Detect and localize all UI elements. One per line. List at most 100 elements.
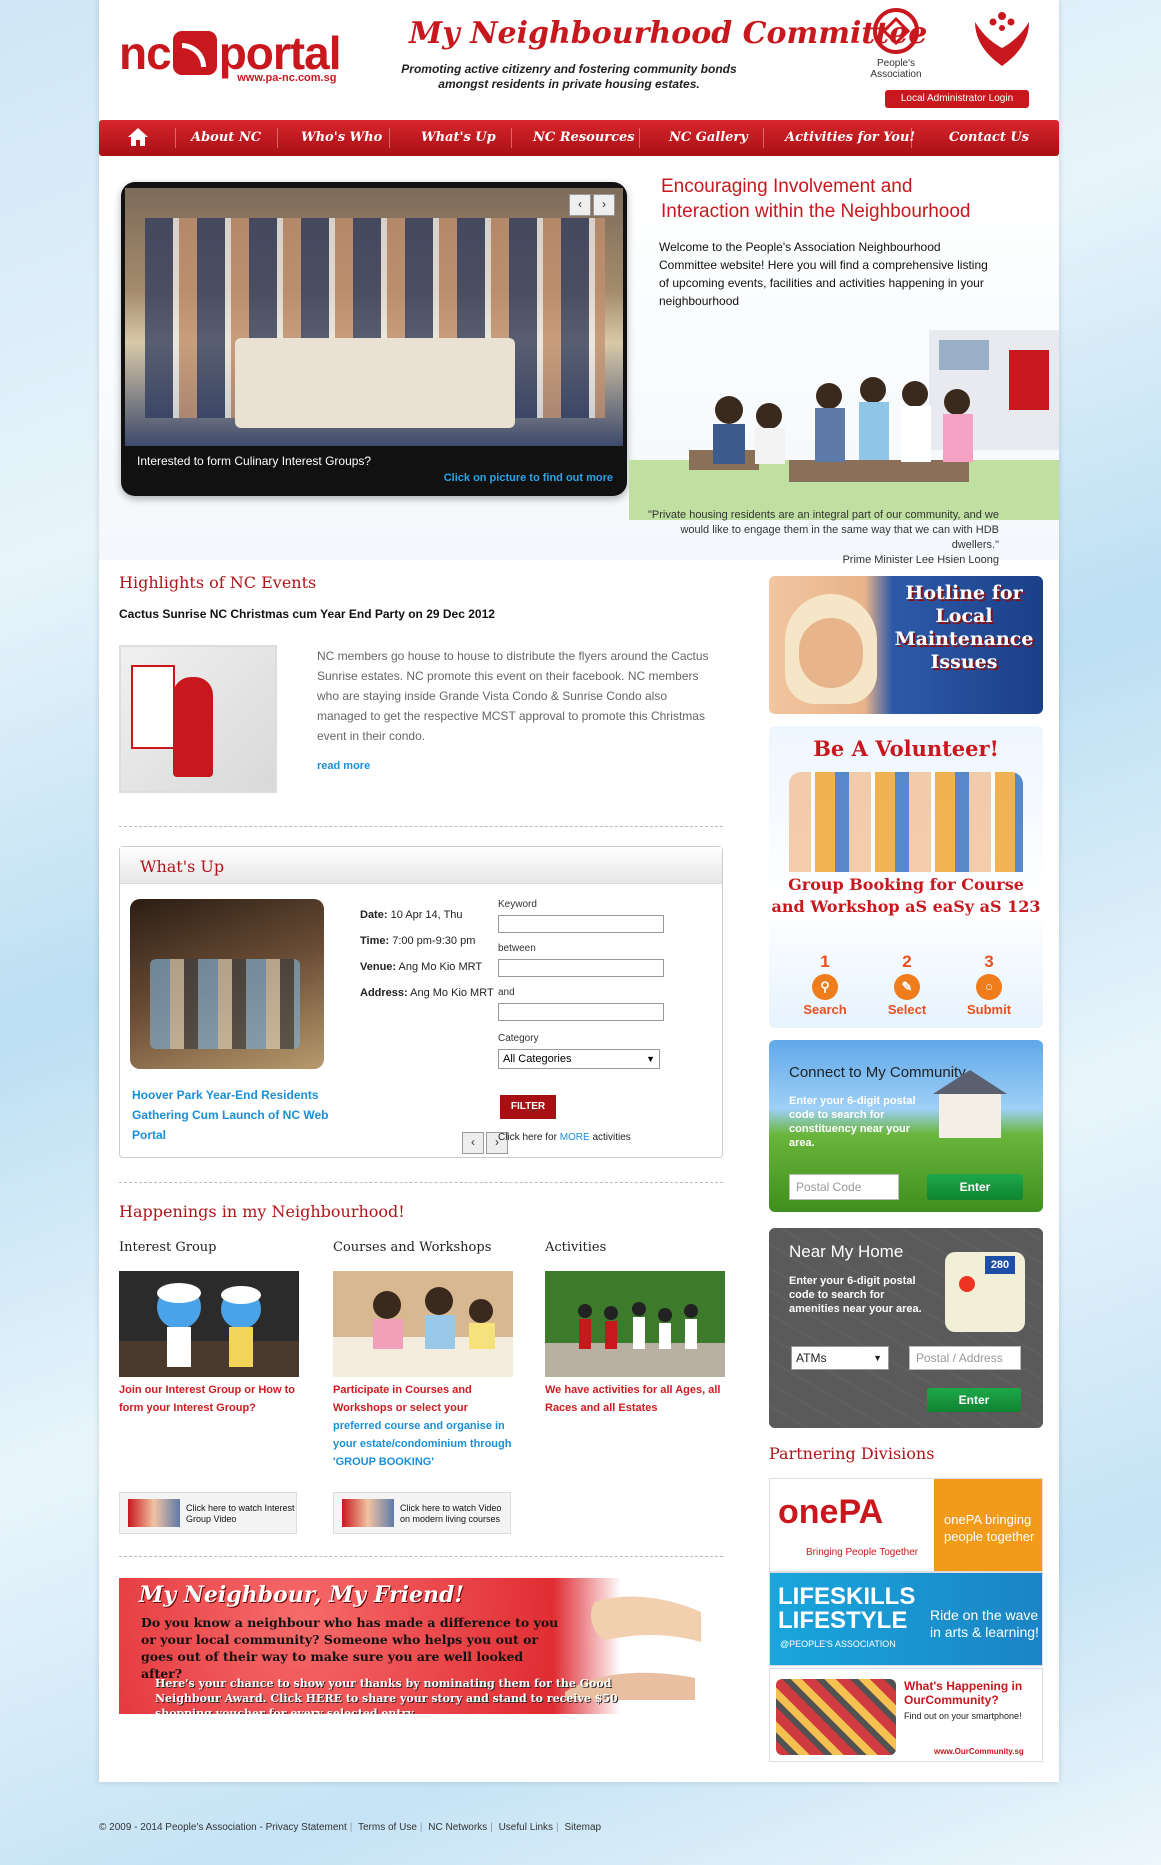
read-more-link[interactable]: read more: [317, 760, 370, 772]
banner-title: My Neighbour, My Friend!: [139, 1582, 465, 1608]
slider-more-link[interactable]: Click on picture to find out more: [444, 472, 613, 484]
connect-description: Enter your 6-digit postal code to search…: [789, 1095, 916, 1149]
near-home-postal-input[interactable]: Postal / Address: [909, 1346, 1021, 1370]
logo-nc-text: nc: [119, 27, 172, 79]
ourcommunity-url: www.OurCommunity.sg: [934, 1747, 1024, 1756]
hero-title-line1: Encouraging Involvement and: [661, 176, 913, 197]
date-to-input[interactable]: [498, 1003, 664, 1021]
step-submit[interactable]: 3 ○ Submit: [949, 952, 1029, 1017]
nav-whats-up[interactable]: What's Up: [421, 120, 496, 156]
whats-up-prev-button[interactable]: ‹: [462, 1132, 484, 1154]
ourcommunity-partner-banner[interactable]: What's Happening in OurCommunity? Find o…: [769, 1668, 1043, 1762]
more-activities-link[interactable]: MORE: [560, 1132, 590, 1143]
divider: [119, 1182, 723, 1183]
filter-button[interactable]: FILTER: [500, 1095, 556, 1119]
connect-enter-button[interactable]: Enter: [927, 1174, 1023, 1200]
courses-video-label: Click here to watch Video on modern livi…: [400, 1503, 502, 1524]
admin-login-button[interactable]: Local Administrator Login: [885, 90, 1029, 108]
main-nav: About NC Who's Who What's Up NC Resource…: [99, 120, 1059, 156]
photo-table: [235, 338, 515, 428]
featured-slider[interactable]: ‹ › Interested to form Culinary Interest …: [121, 182, 627, 496]
interest-video-button[interactable]: Click here to watch Interest Group Video: [119, 1492, 297, 1534]
footer-link-nc-networks[interactable]: NC Networks: [428, 1822, 487, 1833]
connect-postal-input[interactable]: Postal Code: [789, 1174, 899, 1200]
slider-photo[interactable]: [125, 188, 623, 446]
footer-separator: |: [419, 1822, 423, 1833]
good-neighbour-banner[interactable]: My Neighbour, My Friend! Do you know a n…: [119, 1578, 723, 1714]
footer-separator: |: [490, 1822, 493, 1833]
venue-label: Venue:: [360, 961, 397, 973]
volunteer-booking-banner[interactable]: Be A Volunteer! Group Booking for Course…: [769, 726, 1043, 1028]
step-number: 2: [902, 952, 912, 971]
keyword-input[interactable]: [498, 915, 664, 933]
highway-shield: 280: [985, 1256, 1015, 1274]
video-thumbnail: [342, 1499, 394, 1527]
pm-quote-text: "Private housing residents are an integr…: [648, 509, 999, 551]
lifeskills-partner-banner[interactable]: LIFESKILLS LIFESTYLE @PEOPLE'S ASSOCIATI…: [769, 1572, 1043, 1666]
nav-about-nc[interactable]: About NC: [191, 120, 261, 156]
whats-up-title: What's Up: [140, 857, 225, 876]
volunteer-crowd-image: [789, 772, 1023, 872]
hero-title-line2: Interaction within the Neighbourhood: [661, 201, 971, 222]
whats-up-event-photo[interactable]: [130, 899, 324, 1069]
activities-text[interactable]: We have activities for all Ages, all Rac…: [545, 1381, 725, 1417]
slider-next-button[interactable]: ›: [593, 194, 615, 216]
step-select[interactable]: 2 ✎ Select: [867, 952, 947, 1017]
interest-group-image[interactable]: [119, 1271, 299, 1377]
footer-link-terms[interactable]: Terms of Use: [358, 1822, 417, 1833]
lifeskills-subtitle: @PEOPLE'S ASSOCIATION: [780, 1639, 896, 1649]
nav-nc-resources[interactable]: NC Resources: [533, 120, 635, 156]
courses-text-blue: preferred course and organise in your es…: [333, 1420, 512, 1468]
checklist-icon: ✎: [894, 974, 920, 1000]
category-select[interactable]: All Categories ▼: [498, 1049, 660, 1069]
connect-community-widget: Connect to My Community Enter your 6-dig…: [769, 1040, 1043, 1212]
search-icon: ⚲: [812, 974, 838, 1000]
whats-up-header: What's Up: [120, 847, 722, 884]
hero-section: ‹ › Interested to form Culinary Interest …: [99, 160, 1059, 566]
smartphone-collage-image: [776, 1679, 896, 1755]
highlight-event-title[interactable]: Cactus Sunrise NC Christmas cum Year End…: [119, 607, 495, 621]
nav-whos-who[interactable]: Who's Who: [301, 120, 382, 156]
hotline-banner[interactable]: Hotline for Local Maintenance Issues: [769, 576, 1043, 714]
volunteer-title: Be A Volunteer!: [813, 736, 999, 761]
courses-image[interactable]: [333, 1271, 513, 1377]
courses-text[interactable]: Participate in Courses and Workshops or …: [333, 1381, 513, 1471]
event-address: Ang Mo Kio MRT: [410, 987, 494, 999]
courses-video-button[interactable]: Click here to watch Video on modern livi…: [333, 1492, 511, 1534]
pm-quote: "Private housing residents are an integr…: [639, 508, 999, 568]
divider: [119, 826, 723, 827]
footer-link-useful-links[interactable]: Useful Links: [499, 1822, 553, 1833]
near-home-enter-button[interactable]: Enter: [927, 1388, 1021, 1412]
chevron-down-icon: ▼: [646, 1054, 655, 1064]
footer-link-sitemap[interactable]: Sitemap: [564, 1822, 601, 1833]
more-suffix: activities: [589, 1132, 631, 1143]
nav-separator: [277, 128, 278, 148]
more-activities: Click here for MORE activities: [498, 1132, 631, 1143]
date-from-input[interactable]: [498, 959, 664, 977]
amenity-select[interactable]: ATMs ▼: [791, 1346, 889, 1370]
step-search[interactable]: 1 ⚲ Search: [785, 952, 865, 1017]
logo-url: www.pa-nc.com.sg: [237, 72, 337, 84]
highlight-event-thumbnail[interactable]: [119, 645, 277, 793]
interest-group-text[interactable]: Join our Interest Group or How to form y…: [119, 1381, 299, 1417]
date-label: Date:: [360, 909, 388, 921]
footer-copyright: © 2009 - 2014 People's Association -: [99, 1822, 266, 1833]
slider-prev-button[interactable]: ‹: [569, 194, 591, 216]
peoples-association-logo[interactable]: People's Association: [859, 8, 933, 80]
nav-contact-us[interactable]: Contact Us: [949, 120, 1029, 156]
chevron-down-icon: ▼: [873, 1353, 882, 1363]
near-my-home-widget: Near My Home Enter your 6-digit postal c…: [769, 1228, 1043, 1428]
amenity-value: ATMs: [796, 1351, 827, 1365]
thumb-santa: [173, 677, 213, 777]
whats-up-event-link[interactable]: Hoover Park Year-End Residents Gathering…: [132, 1085, 332, 1145]
onepa-partner-banner[interactable]: onePA Bringing People Together onePA bri…: [769, 1478, 1043, 1572]
nav-nc-gallery[interactable]: NC Gallery: [669, 120, 748, 156]
step-number: 3: [984, 952, 994, 971]
nav-activities[interactable]: Activities for You!: [785, 120, 915, 156]
home-icon[interactable]: [127, 127, 149, 147]
nc-portal-logo[interactable]: nc portal www.pa-nc.com.sg: [119, 26, 341, 84]
nav-separator: [911, 128, 912, 148]
activities-image[interactable]: [545, 1271, 725, 1377]
onepa-logo: onePA: [778, 1493, 884, 1531]
footer-link-privacy[interactable]: Privacy Statement: [266, 1822, 347, 1833]
